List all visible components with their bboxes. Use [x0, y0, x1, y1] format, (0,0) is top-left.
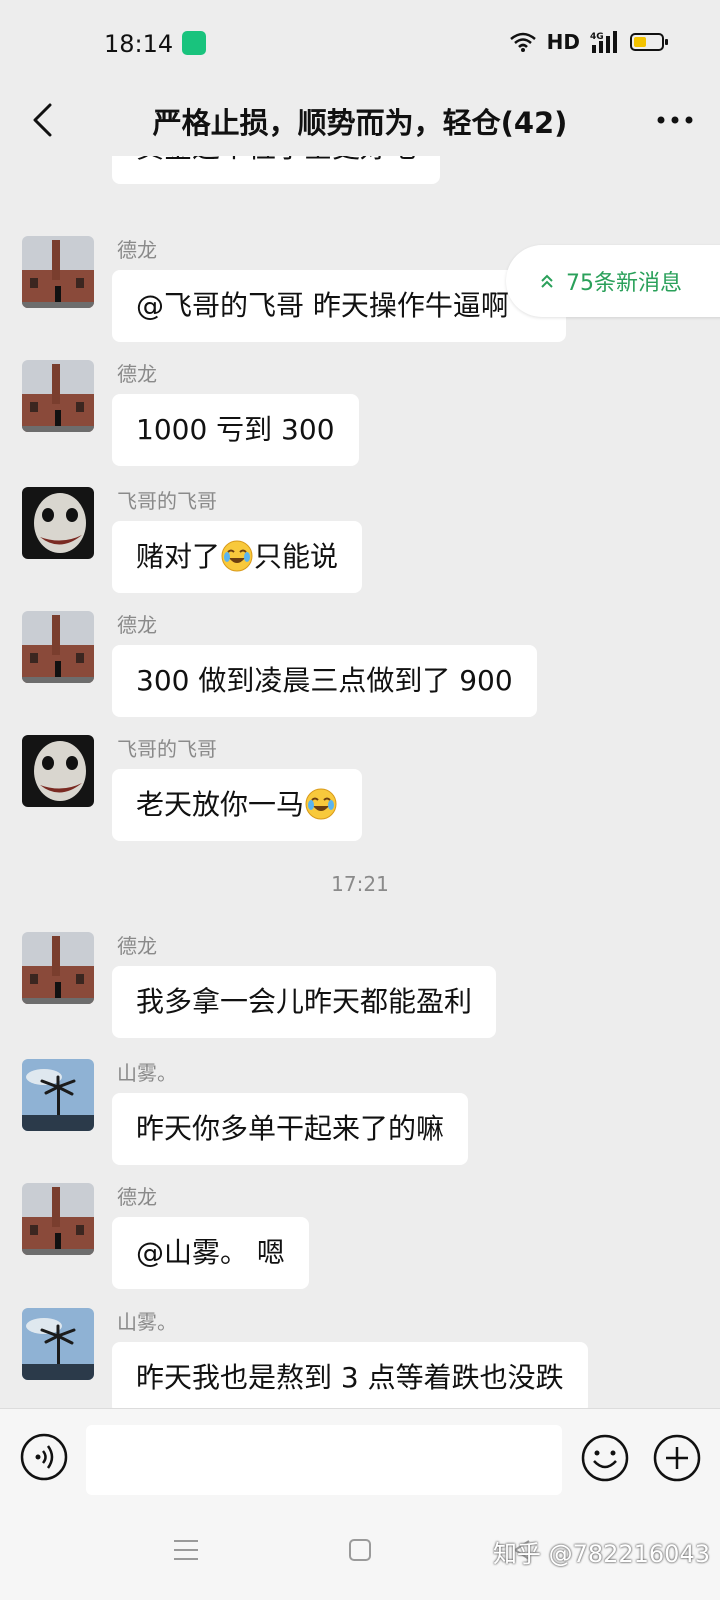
chimney-avatar[interactable] [22, 360, 94, 432]
message-bubble[interactable]: @山雾。 嗯 [112, 1217, 309, 1289]
time-separator: 17:21 [331, 872, 389, 896]
chat-title: 严格止损，顺势而为，轻仓(42) [152, 106, 568, 140]
plus-circle-icon [653, 1434, 701, 1482]
message-list[interactable]: 黄金这个位子空更好吧 德龙 @飞哥的飞哥 昨天操作牛逼啊 德龙 1000 亏到 … [0, 156, 720, 1408]
message-bubble[interactable]: 昨天你多单干起来了的嘛 [112, 1093, 469, 1165]
system-nav-bar: 知乎 @782216043 [0, 1500, 720, 1600]
sender-name: 德龙 [117, 238, 157, 262]
message-text: 昨天我也是熬到 3 点等着跌也没跌 [136, 1361, 564, 1394]
message-bubble[interactable]: 1000 亏到 300 [112, 394, 359, 466]
voice-icon [20, 1433, 68, 1481]
network-type: HD [546, 30, 580, 54]
message-bubble[interactable]: 黄金这个位子空更好吧 [112, 156, 441, 184]
wifi-icon [509, 32, 536, 52]
crying-laughing-emoji [221, 540, 253, 572]
sender-name: 山雾。 [117, 1061, 177, 1085]
smiley-icon [581, 1434, 629, 1482]
status-bar: 18:14 HD 4G [0, 0, 720, 88]
message-text: 只能说 [254, 540, 339, 573]
message-text: 老天放你一马 [136, 788, 305, 821]
message-text: @山雾。 嗯 [136, 1236, 285, 1269]
sender-name: 德龙 [117, 362, 157, 386]
double-chevron-up-icon [541, 274, 553, 288]
more-actions-button[interactable] [652, 1433, 702, 1483]
chat-header: 严格止损，顺势而为，轻仓(42) [0, 88, 720, 156]
message-bubble[interactable]: @飞哥的飞哥 昨天操作牛逼啊 [112, 270, 566, 342]
sender-name: 飞哥的飞哥 [117, 489, 217, 513]
menu-icon [174, 1540, 198, 1560]
home-nav-button[interactable] [338, 1528, 382, 1572]
message-bubble[interactable]: 我多拿一会儿昨天都能盈利 [112, 966, 497, 1038]
chimney-avatar[interactable] [22, 611, 94, 683]
app-notification-icon [182, 31, 206, 55]
sender-name: 德龙 [117, 613, 157, 637]
status-time: 18:14 [104, 30, 174, 58]
sender-name: 德龙 [117, 934, 157, 958]
watermark: 知乎 @782216043 [492, 1540, 710, 1568]
message-text: 我多拿一会儿昨天都能盈利 [136, 985, 473, 1018]
chimney-avatar[interactable] [22, 236, 94, 308]
message-bubble[interactable]: 赌对了 只能说 [112, 521, 363, 593]
signal-icon: 4G [590, 31, 617, 53]
message-text: @飞哥的飞哥 昨天操作牛逼啊 [136, 289, 509, 322]
message-bubble[interactable]: 老天放你一马 [112, 769, 363, 841]
message-bubble[interactable]: 昨天我也是熬到 3 点等着跌也没跌 [112, 1342, 588, 1408]
status-indicators: HD 4G [509, 30, 668, 54]
new-messages-label: 75条新消息 [566, 271, 682, 296]
message-text: 赌对了 [136, 540, 221, 573]
message-text: 黄金这个位子空更好吧 [136, 156, 416, 164]
svg-text:4G: 4G [590, 32, 604, 42]
emoji-button[interactable] [580, 1433, 630, 1483]
battery-level [634, 37, 646, 47]
sender-name: 山雾。 [117, 1310, 177, 1334]
menu-nav-button[interactable] [164, 1528, 208, 1572]
voice-input-button[interactable] [20, 1433, 68, 1481]
new-messages-button[interactable]: 75条新消息 [506, 245, 720, 317]
crying-laughing-emoji [305, 788, 337, 820]
chimney-avatar[interactable] [22, 1183, 94, 1255]
message-bubble[interactable]: 300 做到凌晨三点做到了 900 [112, 645, 537, 717]
message-text: 1000 亏到 300 [136, 413, 335, 446]
battery-icon [630, 33, 668, 51]
joker-avatar[interactable] [22, 735, 94, 807]
more-dots-icon [657, 116, 693, 124]
sender-name: 飞哥的飞哥 [117, 737, 217, 761]
sender-name: 德龙 [117, 1185, 157, 1209]
joker-avatar[interactable] [22, 487, 94, 559]
more-options-button[interactable] [650, 98, 700, 142]
message-text: 300 做到凌晨三点做到了 900 [136, 664, 513, 697]
chimney-avatar[interactable] [22, 932, 94, 1004]
message-input[interactable] [86, 1425, 562, 1495]
palm-avatar[interactable] [22, 1059, 94, 1131]
square-icon [349, 1539, 371, 1561]
palm-avatar[interactable] [22, 1308, 94, 1380]
input-bar [0, 1408, 720, 1500]
message-text: 昨天你多单干起来了的嘛 [136, 1112, 445, 1145]
